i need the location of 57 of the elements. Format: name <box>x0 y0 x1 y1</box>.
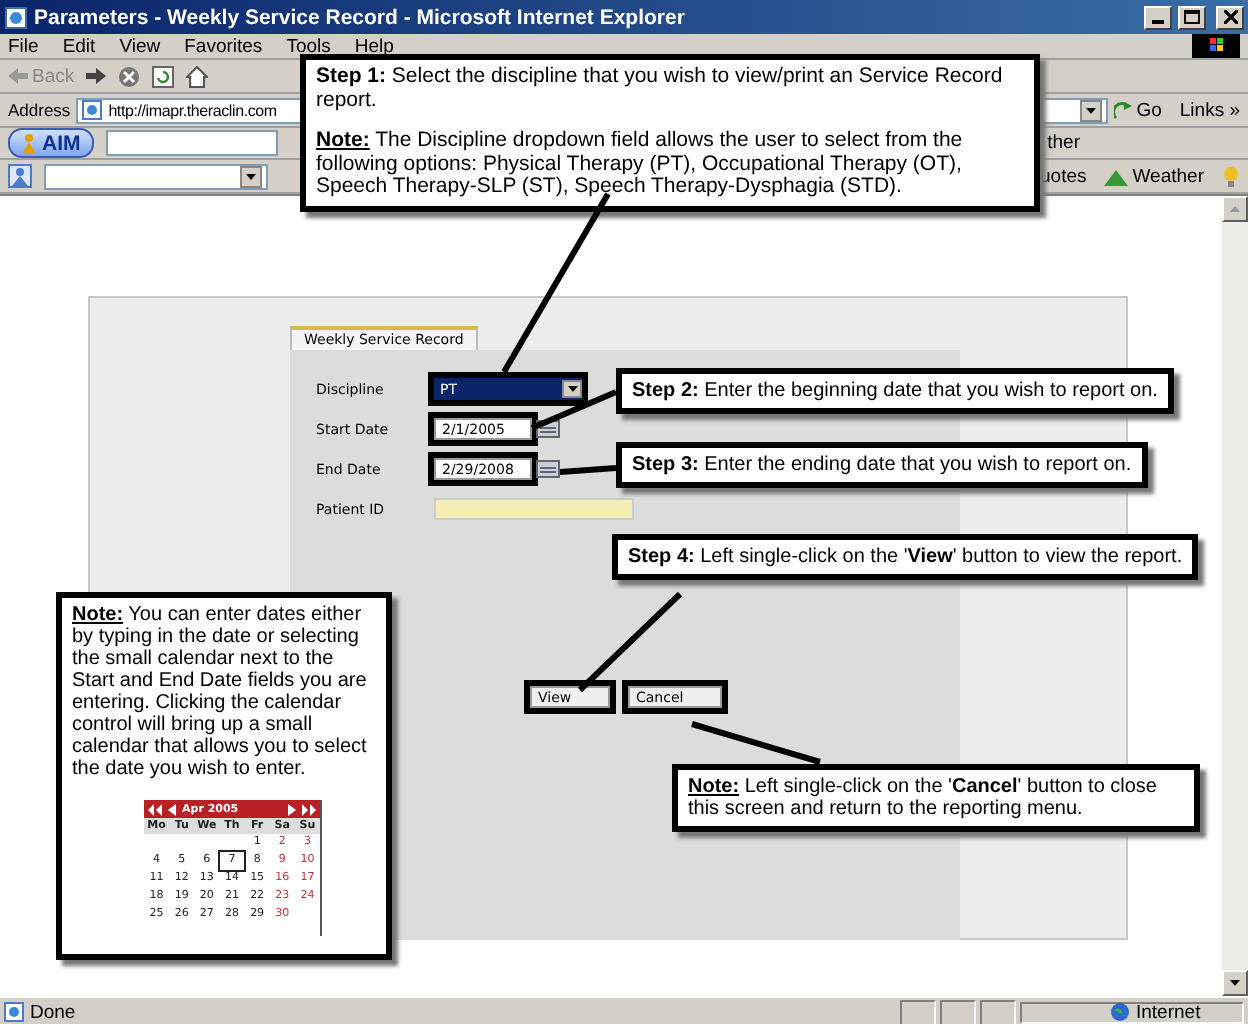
maximize-icon <box>1184 10 1200 24</box>
maximize-button[interactable] <box>1178 5 1206 29</box>
person-icon[interactable] <box>8 164 32 188</box>
dropdown-button[interactable] <box>1080 99 1103 121</box>
caret-icon <box>567 386 577 392</box>
globe-icon <box>1110 1002 1130 1022</box>
aim-button[interactable]: AIM <box>8 128 95 158</box>
menu-item[interactable]: Help <box>354 35 394 57</box>
toolbar-link[interactable]: ther <box>1047 132 1080 154</box>
menu-item[interactable]: Edit <box>62 35 96 57</box>
right-arrow-icon[interactable] <box>288 803 296 815</box>
close-button[interactable] <box>1216 5 1244 29</box>
double-right-arrow-icon[interactable] <box>302 803 316 815</box>
caret-icon <box>1086 107 1097 113</box>
flag-logo-icon <box>1192 34 1240 58</box>
links-button[interactable]: Links » <box>1179 99 1240 121</box>
left-arrow-icon[interactable] <box>168 803 176 815</box>
close-icon <box>1223 10 1237 24</box>
scrollbar[interactable] <box>1222 196 1248 996</box>
search-field[interactable] <box>106 130 279 156</box>
runner-icon <box>22 133 36 153</box>
menu-item[interactable]: Favorites <box>184 35 263 57</box>
menu-item[interactable]: View <box>119 35 161 57</box>
window-title: Parameters - Weekly Service Record - Microsoft Internet Explorer <box>34 5 687 29</box>
address-label: Address <box>8 100 71 120</box>
patient-id-field[interactable] <box>434 498 634 520</box>
go-arrow-icon <box>1114 101 1133 119</box>
go-button[interactable]: Go <box>1114 99 1162 121</box>
page-icon <box>4 5 28 29</box>
status-panel <box>940 999 976 1024</box>
step-text: Step 4: Left single-click on the 'View' button to view the report. <box>628 546 1183 568</box>
status-panel <box>980 999 1016 1024</box>
mountain-icon <box>1104 167 1129 185</box>
refresh-icon[interactable] <box>152 65 175 87</box>
back-arrow-icon <box>8 68 28 84</box>
note-text: Note: You can enter dates either by typing in the date or selecting the small calendar next to the Start and End Date fields you are entering. Clicking the calendar control will bring up a small calendar that allows you to select the date you wish to enter. <box>72 604 369 780</box>
page-icon <box>4 1002 24 1022</box>
leader-line <box>577 591 683 693</box>
double-left-arrow-icon[interactable] <box>148 803 162 815</box>
status-text: Done <box>30 1001 76 1023</box>
scroll-down-icon[interactable] <box>1230 980 1240 986</box>
menu-item[interactable]: Tools <box>286 35 331 57</box>
step-text: Step 1: Select the discipline that you wish to view/print an Service Record report. <box>316 66 1005 113</box>
toolbar-link[interactable]: Weather <box>1104 165 1204 187</box>
stop-icon[interactable] <box>118 65 141 87</box>
caret-icon <box>246 173 256 179</box>
status-panel <box>900 999 936 1024</box>
step-text: Step 2: Enter the beginning date that you wish to report on. <box>632 380 1158 402</box>
dropdown-field[interactable] <box>44 163 268 189</box>
home-icon[interactable] <box>186 65 209 87</box>
menu-item[interactable]: File <box>8 35 39 57</box>
note-text: Note: Left single-click on the 'Cancel' button to close this screen and return to the reporting menu. <box>688 776 1159 820</box>
note-text: Note: The Discipline dropdown field allows the user to select from the following options: Physical Therapy (PT), Occupational Therapy (OT), Speech Therapy-SLP (ST), Speech Therapy-Dysphagia (STD). <box>316 130 965 200</box>
forward-arrow-icon[interactable] <box>86 68 107 84</box>
minimize-button[interactable] <box>1144 5 1172 29</box>
step-text: Step 3: Enter the ending date that you wish to report on. <box>632 454 1132 476</box>
zone-text: Internet <box>1136 1001 1201 1023</box>
